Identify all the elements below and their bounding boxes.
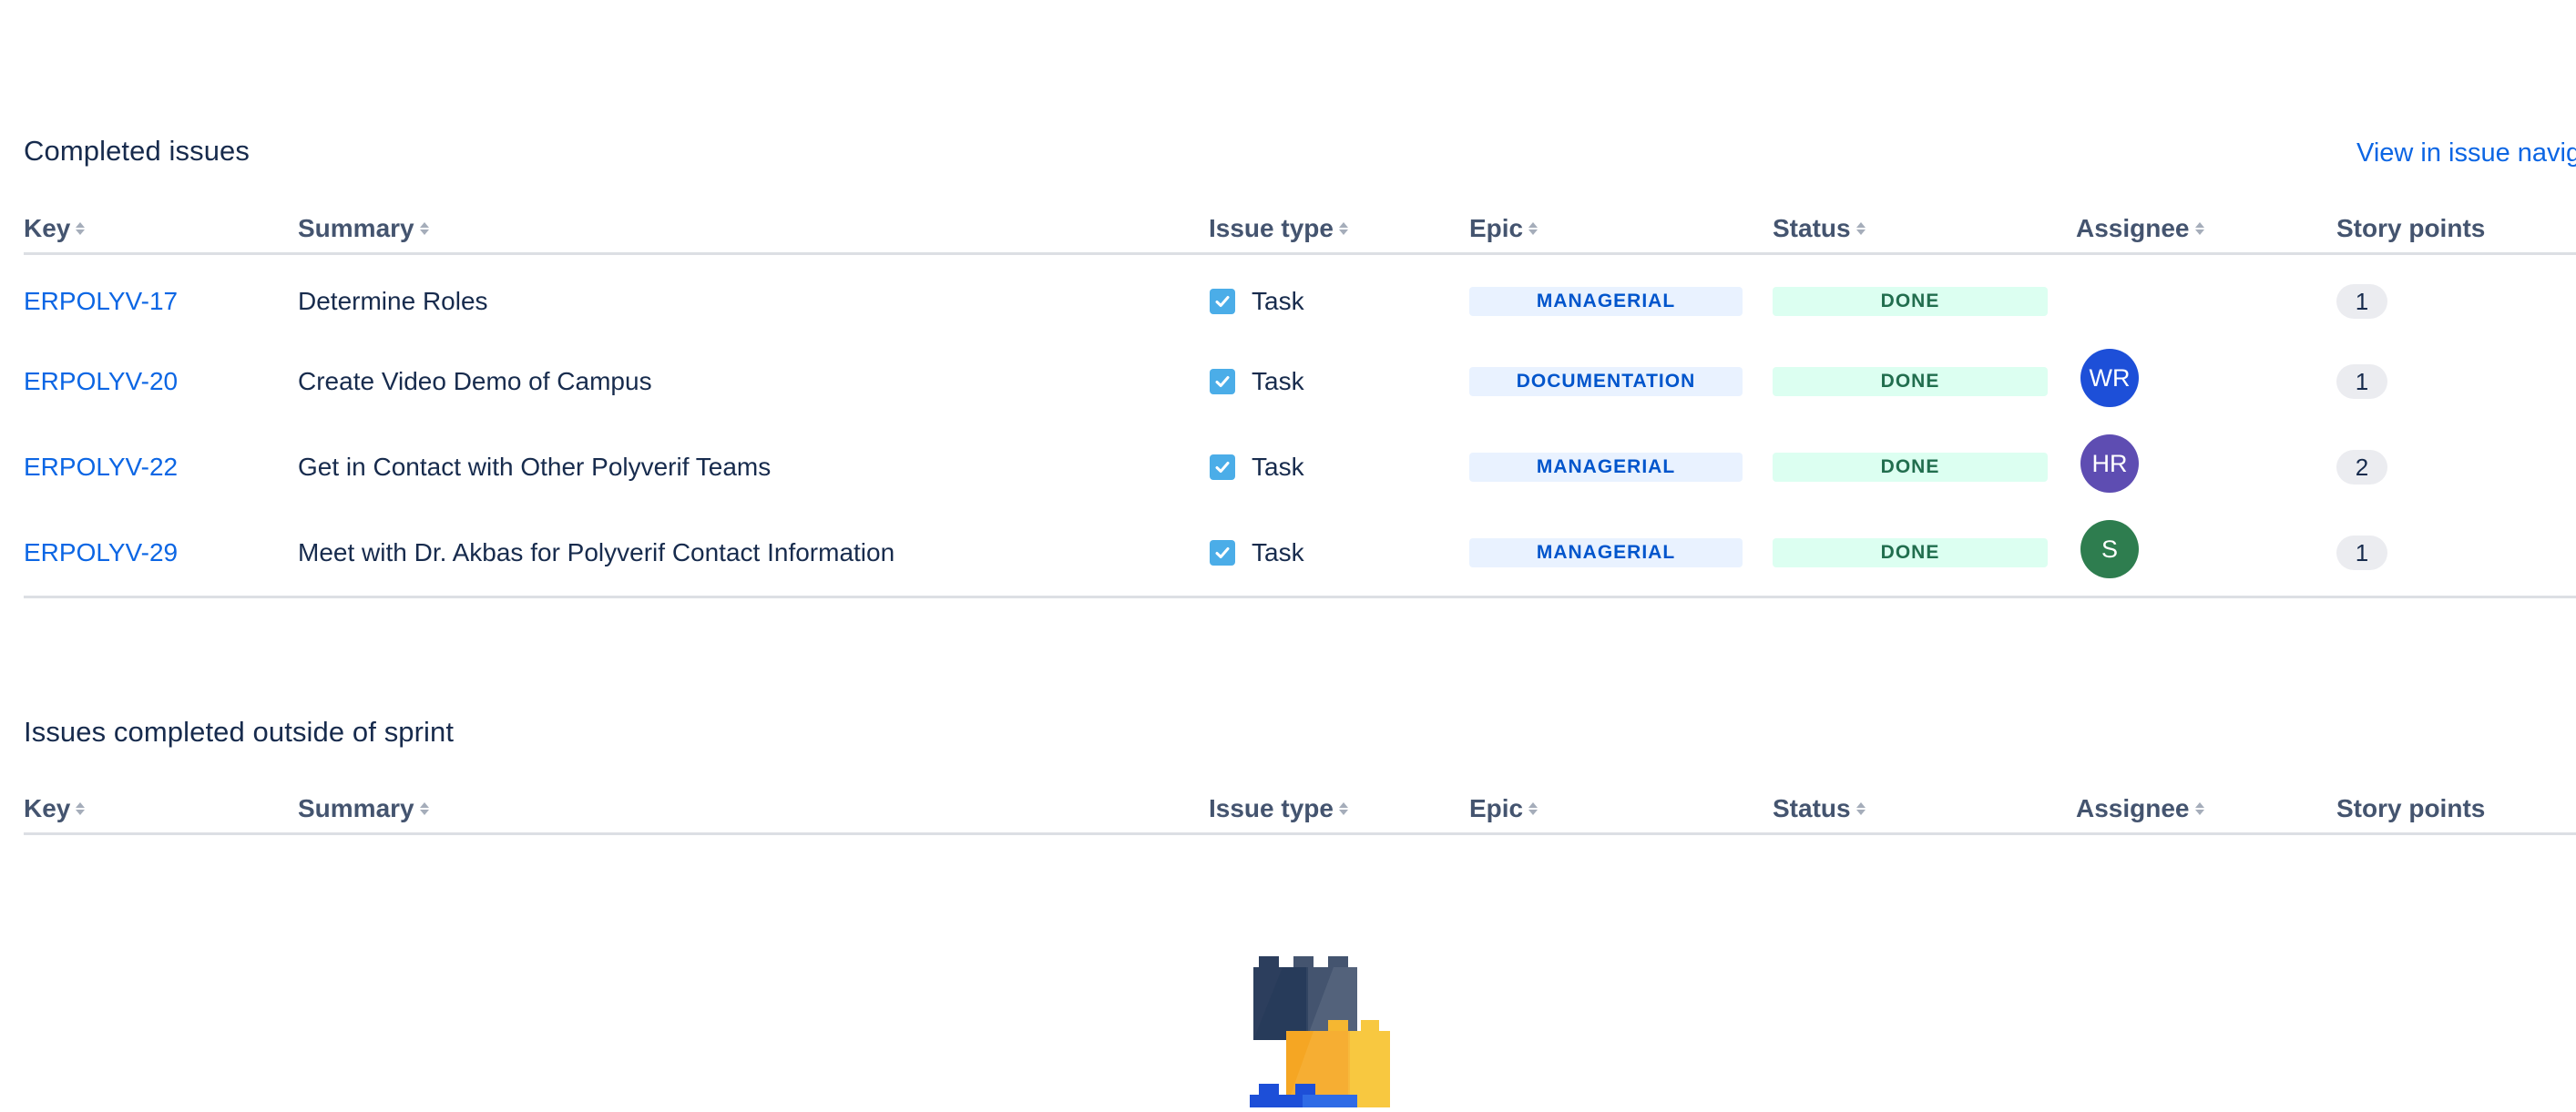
column-summary-label: Summary [298,214,414,242]
issue-type-label: Task [1252,287,1304,315]
checkbox-task-icon [1210,289,1235,314]
column-status-label: Status [1773,794,1851,822]
issue-type: Task [1210,453,1304,482]
epic-lozenge[interactable]: MANAGERIAL [1469,453,1743,482]
issue-type: Task [1210,287,1304,316]
issue-type: Task [1210,538,1304,567]
status-lozenge: DONE [1773,453,2048,482]
sort-arrows-icon [1855,800,1866,818]
column-issue-type-label: Issue type [1209,214,1334,242]
column-story-points-label: Story points [2336,794,2486,822]
story-points-badge: 2 [2336,450,2387,485]
status-lozenge: DONE [1773,287,2048,316]
column-epic-label: Epic [1469,794,1524,822]
column-issue-type-label: Issue type [1209,794,1334,822]
column-issue-type[interactable]: Issue type [1209,794,1349,823]
assignee-avatar[interactable]: WR [2080,349,2139,407]
outside-table-header: Key Summary Issue type Epic Status Assig… [24,789,2576,835]
sort-arrows-icon [2194,219,2205,238]
checkbox-task-icon [1210,369,1235,394]
column-epic[interactable]: Epic [1469,794,1538,823]
column-assignee[interactable]: Assignee [2076,794,2205,823]
issue-key-link[interactable]: ERPOLYV-22 [24,453,178,482]
status-lozenge: DONE [1773,367,2048,396]
table-row: ERPOLYV-17 Determine Roles Task MANAGERI… [24,260,2576,343]
issue-type-label: Task [1252,453,1304,481]
completed-table-header: Key Summary Issue type Epic Status Assig… [24,209,2576,255]
sort-arrows-icon [419,800,430,818]
column-assignee[interactable]: Assignee [2076,214,2205,243]
checkbox-task-icon [1210,454,1235,480]
completed-issues-title: Completed issues [24,135,250,167]
story-points-badge: 1 [2336,364,2387,399]
epic-lozenge[interactable]: MANAGERIAL [1469,538,1743,567]
assignee-avatar[interactable]: HR [2080,434,2139,493]
sort-arrows-icon [1855,219,1866,238]
column-story-points: Story points [2336,794,2485,823]
issue-type: Task [1210,367,1304,396]
sort-arrows-icon [1528,800,1538,818]
table-row: ERPOLYV-22 Get in Contact with Other Pol… [24,425,2576,509]
column-story-points: Story points [2336,214,2485,243]
sort-arrows-icon [1338,800,1349,818]
column-assignee-label: Assignee [2076,794,2190,822]
column-summary-label: Summary [298,794,414,822]
column-summary[interactable]: Summary [298,794,430,823]
column-assignee-label: Assignee [2076,214,2190,242]
status-lozenge: DONE [1773,538,2048,567]
issue-key-link[interactable]: ERPOLYV-20 [24,367,178,396]
checkbox-task-icon [1210,540,1235,566]
column-epic[interactable]: Epic [1469,214,1538,243]
sort-arrows-icon [1528,219,1538,238]
column-issue-type[interactable]: Issue type [1209,214,1349,243]
sprint-report-page: Completed issues View in issue navig Key… [0,0,2576,1107]
column-key-label: Key [24,214,71,242]
sort-arrows-icon [75,219,86,238]
assignee-avatar[interactable]: S [2080,520,2139,578]
issue-summary: Determine Roles [298,287,488,315]
issue-type-label: Task [1252,367,1304,395]
epic-lozenge[interactable]: DOCUMENTATION [1469,367,1743,396]
table-row: ERPOLYV-29 Meet with Dr. Akbas for Polyv… [24,511,2576,595]
table-row: ERPOLYV-20 Create Video Demo of Campus T… [24,340,2576,423]
column-status-label: Status [1773,214,1851,242]
outside-sprint-title: Issues completed outside of sprint [24,716,455,748]
column-status[interactable]: Status [1773,214,1866,243]
column-key[interactable]: Key [24,794,86,823]
sort-arrows-icon [75,800,86,818]
column-key[interactable]: Key [24,214,86,243]
sort-arrows-icon [419,219,430,238]
view-in-issue-navigator-link[interactable]: View in issue navig [2356,138,2576,168]
column-status[interactable]: Status [1773,794,1866,823]
sort-arrows-icon [2194,800,2205,818]
building-blocks-illustration [1250,956,1395,1107]
epic-lozenge[interactable]: MANAGERIAL [1469,287,1743,316]
issue-type-label: Task [1252,538,1304,566]
column-epic-label: Epic [1469,214,1524,242]
sort-arrows-icon [1338,219,1349,238]
issue-summary: Meet with Dr. Akbas for Polyverif Contac… [298,538,895,566]
column-key-label: Key [24,794,71,822]
issue-key-link[interactable]: ERPOLYV-17 [24,287,178,316]
issue-key-link[interactable]: ERPOLYV-29 [24,538,178,567]
completed-table-bottom-border [24,596,2576,598]
story-points-badge: 1 [2336,536,2387,570]
story-points-badge: 1 [2336,284,2387,319]
column-story-points-label: Story points [2336,214,2486,242]
issue-summary: Get in Contact with Other Polyverif Team… [298,453,772,481]
issue-summary: Create Video Demo of Campus [298,367,652,395]
column-summary[interactable]: Summary [298,214,430,243]
